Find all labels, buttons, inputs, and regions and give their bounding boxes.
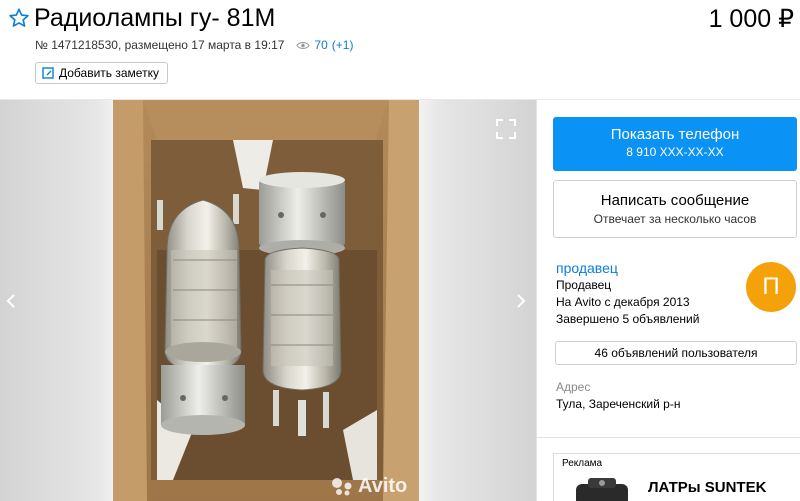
note-icon [42,67,54,79]
ad-image[interactable] [566,476,638,501]
listing-meta: № 1471218530, размещено 17 марта в 19:17… [35,38,353,52]
write-message-button[interactable]: Написать сообщение Отвечает за несколько… [553,180,797,238]
ad-label: Реклама [562,458,603,469]
seller-since: На Avito с декабря 2013 [556,295,690,309]
eye-icon [296,41,311,49]
avito-logo-icon [332,477,352,495]
user-ads-button[interactable]: 46 объявлений пользователя [555,341,797,365]
add-note-button[interactable]: Добавить заметку [35,62,168,84]
views-count[interactable]: 70 [314,38,327,52]
seller-type: Продавец [556,278,612,292]
fullscreen-icon[interactable] [495,118,517,140]
response-time: Отвечает за несколько часов [593,212,757,226]
add-note-label: Добавить заметку [59,66,159,80]
gallery-prev-arrow[interactable] [4,292,18,310]
write-message-label: Написать сообщение [600,192,750,209]
listing-id-date: № 1471218530, размещено 17 марта в 19:17 [35,38,285,52]
favorite-star-icon[interactable] [8,7,30,29]
views-counter: 70 (+1) [296,38,353,52]
price: 1 000 ₽ [708,5,794,33]
gallery-next-arrow[interactable] [514,292,528,310]
ad-block[interactable]: Реклама ЛАТРы SUNTEK [553,453,800,501]
ad-title[interactable]: ЛАТРы SUNTEK [648,479,766,496]
show-phone-label: Показать телефон [610,126,740,143]
listing-page: Радиолампы гу- 81М 1 000 ₽ № 1471218530,… [0,0,800,501]
show-phone-button[interactable]: Показать телефон 8 910 XXX-XX-XX [553,117,797,171]
seller-completed: Завершено 5 объявлений [556,312,700,326]
seller-name-link[interactable]: продавец [556,260,618,276]
avito-watermark: Avito [330,475,407,498]
listing-photo[interactable] [113,100,419,501]
page-title: Радиолампы гу- 81М [34,4,276,32]
divider [537,437,800,438]
address-label: Адрес [556,380,591,394]
views-delta[interactable]: (+1) [332,38,354,52]
watermark-text: Avito [358,475,408,497]
column-divider [536,100,537,501]
phone-number: 8 910 XXX-XX-XX [626,145,724,159]
photo-gallery: Avito [0,100,536,501]
address-value: Тула, Зареченский р-н [556,397,681,411]
avatar[interactable]: П [746,262,796,312]
